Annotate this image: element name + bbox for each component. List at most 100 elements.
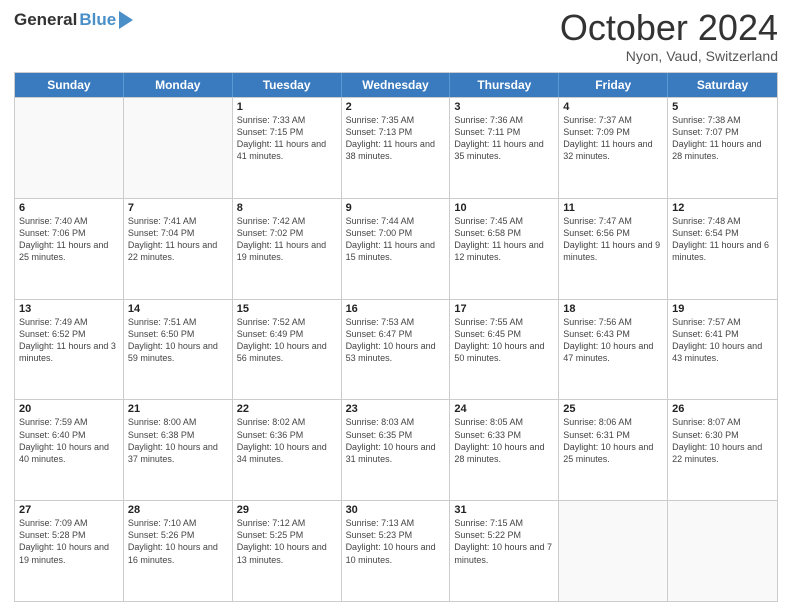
calendar-cell: 5Sunrise: 7:38 AMSunset: 7:07 PMDaylight… <box>668 98 777 198</box>
calendar-cell: 1Sunrise: 7:33 AMSunset: 7:15 PMDaylight… <box>233 98 342 198</box>
cell-info: Sunrise: 7:53 AMSunset: 6:47 PMDaylight:… <box>346 316 446 365</box>
day-number: 27 <box>19 504 119 516</box>
cell-info: Sunrise: 7:36 AMSunset: 7:11 PMDaylight:… <box>454 114 554 163</box>
day-number: 7 <box>128 202 228 214</box>
day-number: 20 <box>19 403 119 415</box>
cell-info: Sunrise: 7:59 AMSunset: 6:40 PMDaylight:… <box>19 416 119 465</box>
day-number: 5 <box>672 101 773 113</box>
calendar-header-day: Sunday <box>15 73 124 97</box>
calendar-cell: 6Sunrise: 7:40 AMSunset: 7:06 PMDaylight… <box>15 199 124 299</box>
month-title: October 2024 <box>560 10 778 46</box>
day-number: 13 <box>19 303 119 315</box>
calendar-header-day: Saturday <box>668 73 777 97</box>
calendar-row: 6Sunrise: 7:40 AMSunset: 7:06 PMDaylight… <box>15 198 777 299</box>
calendar-header: SundayMondayTuesdayWednesdayThursdayFrid… <box>15 73 777 97</box>
day-number: 18 <box>563 303 663 315</box>
cell-info: Sunrise: 7:56 AMSunset: 6:43 PMDaylight:… <box>563 316 663 365</box>
day-number: 1 <box>237 101 337 113</box>
calendar-row: 13Sunrise: 7:49 AMSunset: 6:52 PMDayligh… <box>15 299 777 400</box>
day-number: 9 <box>346 202 446 214</box>
cell-info: Sunrise: 7:42 AMSunset: 7:02 PMDaylight:… <box>237 215 337 264</box>
location: Nyon, Vaud, Switzerland <box>560 48 778 64</box>
calendar-cell <box>668 501 777 601</box>
day-number: 6 <box>19 202 119 214</box>
calendar-cell: 25Sunrise: 8:06 AMSunset: 6:31 PMDayligh… <box>559 400 668 500</box>
cell-info: Sunrise: 7:13 AMSunset: 5:23 PMDaylight:… <box>346 517 446 566</box>
calendar-cell <box>124 98 233 198</box>
cell-info: Sunrise: 7:40 AMSunset: 7:06 PMDaylight:… <box>19 215 119 264</box>
cell-info: Sunrise: 7:10 AMSunset: 5:26 PMDaylight:… <box>128 517 228 566</box>
day-number: 2 <box>346 101 446 113</box>
day-number: 16 <box>346 303 446 315</box>
day-number: 21 <box>128 403 228 415</box>
cell-info: Sunrise: 8:06 AMSunset: 6:31 PMDaylight:… <box>563 416 663 465</box>
calendar-cell: 7Sunrise: 7:41 AMSunset: 7:04 PMDaylight… <box>124 199 233 299</box>
cell-info: Sunrise: 7:09 AMSunset: 5:28 PMDaylight:… <box>19 517 119 566</box>
day-number: 31 <box>454 504 554 516</box>
calendar-header-day: Thursday <box>450 73 559 97</box>
cell-info: Sunrise: 8:07 AMSunset: 6:30 PMDaylight:… <box>672 416 773 465</box>
day-number: 4 <box>563 101 663 113</box>
day-number: 10 <box>454 202 554 214</box>
calendar-cell: 17Sunrise: 7:55 AMSunset: 6:45 PMDayligh… <box>450 300 559 400</box>
calendar-cell: 24Sunrise: 8:05 AMSunset: 6:33 PMDayligh… <box>450 400 559 500</box>
cell-info: Sunrise: 7:33 AMSunset: 7:15 PMDaylight:… <box>237 114 337 163</box>
calendar-header-day: Wednesday <box>342 73 451 97</box>
cell-info: Sunrise: 7:38 AMSunset: 7:07 PMDaylight:… <box>672 114 773 163</box>
header: General Blue October 2024 Nyon, Vaud, Sw… <box>14 10 778 64</box>
day-number: 30 <box>346 504 446 516</box>
calendar-cell: 14Sunrise: 7:51 AMSunset: 6:50 PMDayligh… <box>124 300 233 400</box>
calendar-cell: 11Sunrise: 7:47 AMSunset: 6:56 PMDayligh… <box>559 199 668 299</box>
calendar-cell: 2Sunrise: 7:35 AMSunset: 7:13 PMDaylight… <box>342 98 451 198</box>
cell-info: Sunrise: 7:37 AMSunset: 7:09 PMDaylight:… <box>563 114 663 163</box>
cell-info: Sunrise: 7:51 AMSunset: 6:50 PMDaylight:… <box>128 316 228 365</box>
day-number: 24 <box>454 403 554 415</box>
page: General Blue October 2024 Nyon, Vaud, Sw… <box>0 0 792 612</box>
cell-info: Sunrise: 7:52 AMSunset: 6:49 PMDaylight:… <box>237 316 337 365</box>
calendar-cell <box>559 501 668 601</box>
calendar-cell: 8Sunrise: 7:42 AMSunset: 7:02 PMDaylight… <box>233 199 342 299</box>
calendar-row: 27Sunrise: 7:09 AMSunset: 5:28 PMDayligh… <box>15 500 777 601</box>
cell-info: Sunrise: 7:45 AMSunset: 6:58 PMDaylight:… <box>454 215 554 264</box>
cell-info: Sunrise: 8:03 AMSunset: 6:35 PMDaylight:… <box>346 416 446 465</box>
calendar-cell: 10Sunrise: 7:45 AMSunset: 6:58 PMDayligh… <box>450 199 559 299</box>
calendar-header-day: Monday <box>124 73 233 97</box>
cell-info: Sunrise: 7:55 AMSunset: 6:45 PMDaylight:… <box>454 316 554 365</box>
day-number: 15 <box>237 303 337 315</box>
logo-general-text: General <box>14 10 77 30</box>
calendar-cell: 31Sunrise: 7:15 AMSunset: 5:22 PMDayligh… <box>450 501 559 601</box>
day-number: 12 <box>672 202 773 214</box>
cell-info: Sunrise: 7:47 AMSunset: 6:56 PMDaylight:… <box>563 215 663 264</box>
day-number: 29 <box>237 504 337 516</box>
calendar-cell: 16Sunrise: 7:53 AMSunset: 6:47 PMDayligh… <box>342 300 451 400</box>
calendar-cell: 23Sunrise: 8:03 AMSunset: 6:35 PMDayligh… <box>342 400 451 500</box>
logo-blue-text: Blue <box>79 10 116 30</box>
calendar-body: 1Sunrise: 7:33 AMSunset: 7:15 PMDaylight… <box>15 97 777 601</box>
calendar-cell: 20Sunrise: 7:59 AMSunset: 6:40 PMDayligh… <box>15 400 124 500</box>
cell-info: Sunrise: 7:57 AMSunset: 6:41 PMDaylight:… <box>672 316 773 365</box>
calendar-cell <box>15 98 124 198</box>
day-number: 25 <box>563 403 663 415</box>
calendar-cell: 29Sunrise: 7:12 AMSunset: 5:25 PMDayligh… <box>233 501 342 601</box>
day-number: 26 <box>672 403 773 415</box>
day-number: 14 <box>128 303 228 315</box>
calendar-row: 1Sunrise: 7:33 AMSunset: 7:15 PMDaylight… <box>15 97 777 198</box>
calendar-cell: 19Sunrise: 7:57 AMSunset: 6:41 PMDayligh… <box>668 300 777 400</box>
cell-info: Sunrise: 8:05 AMSunset: 6:33 PMDaylight:… <box>454 416 554 465</box>
calendar-row: 20Sunrise: 7:59 AMSunset: 6:40 PMDayligh… <box>15 399 777 500</box>
calendar-cell: 12Sunrise: 7:48 AMSunset: 6:54 PMDayligh… <box>668 199 777 299</box>
cell-info: Sunrise: 8:02 AMSunset: 6:36 PMDaylight:… <box>237 416 337 465</box>
day-number: 17 <box>454 303 554 315</box>
cell-info: Sunrise: 7:35 AMSunset: 7:13 PMDaylight:… <box>346 114 446 163</box>
day-number: 22 <box>237 403 337 415</box>
calendar-header-day: Friday <box>559 73 668 97</box>
day-number: 3 <box>454 101 554 113</box>
calendar-cell: 26Sunrise: 8:07 AMSunset: 6:30 PMDayligh… <box>668 400 777 500</box>
calendar-cell: 4Sunrise: 7:37 AMSunset: 7:09 PMDaylight… <box>559 98 668 198</box>
calendar-cell: 18Sunrise: 7:56 AMSunset: 6:43 PMDayligh… <box>559 300 668 400</box>
calendar-cell: 28Sunrise: 7:10 AMSunset: 5:26 PMDayligh… <box>124 501 233 601</box>
cell-info: Sunrise: 7:49 AMSunset: 6:52 PMDaylight:… <box>19 316 119 365</box>
calendar-cell: 21Sunrise: 8:00 AMSunset: 6:38 PMDayligh… <box>124 400 233 500</box>
day-number: 8 <box>237 202 337 214</box>
calendar-cell: 30Sunrise: 7:13 AMSunset: 5:23 PMDayligh… <box>342 501 451 601</box>
